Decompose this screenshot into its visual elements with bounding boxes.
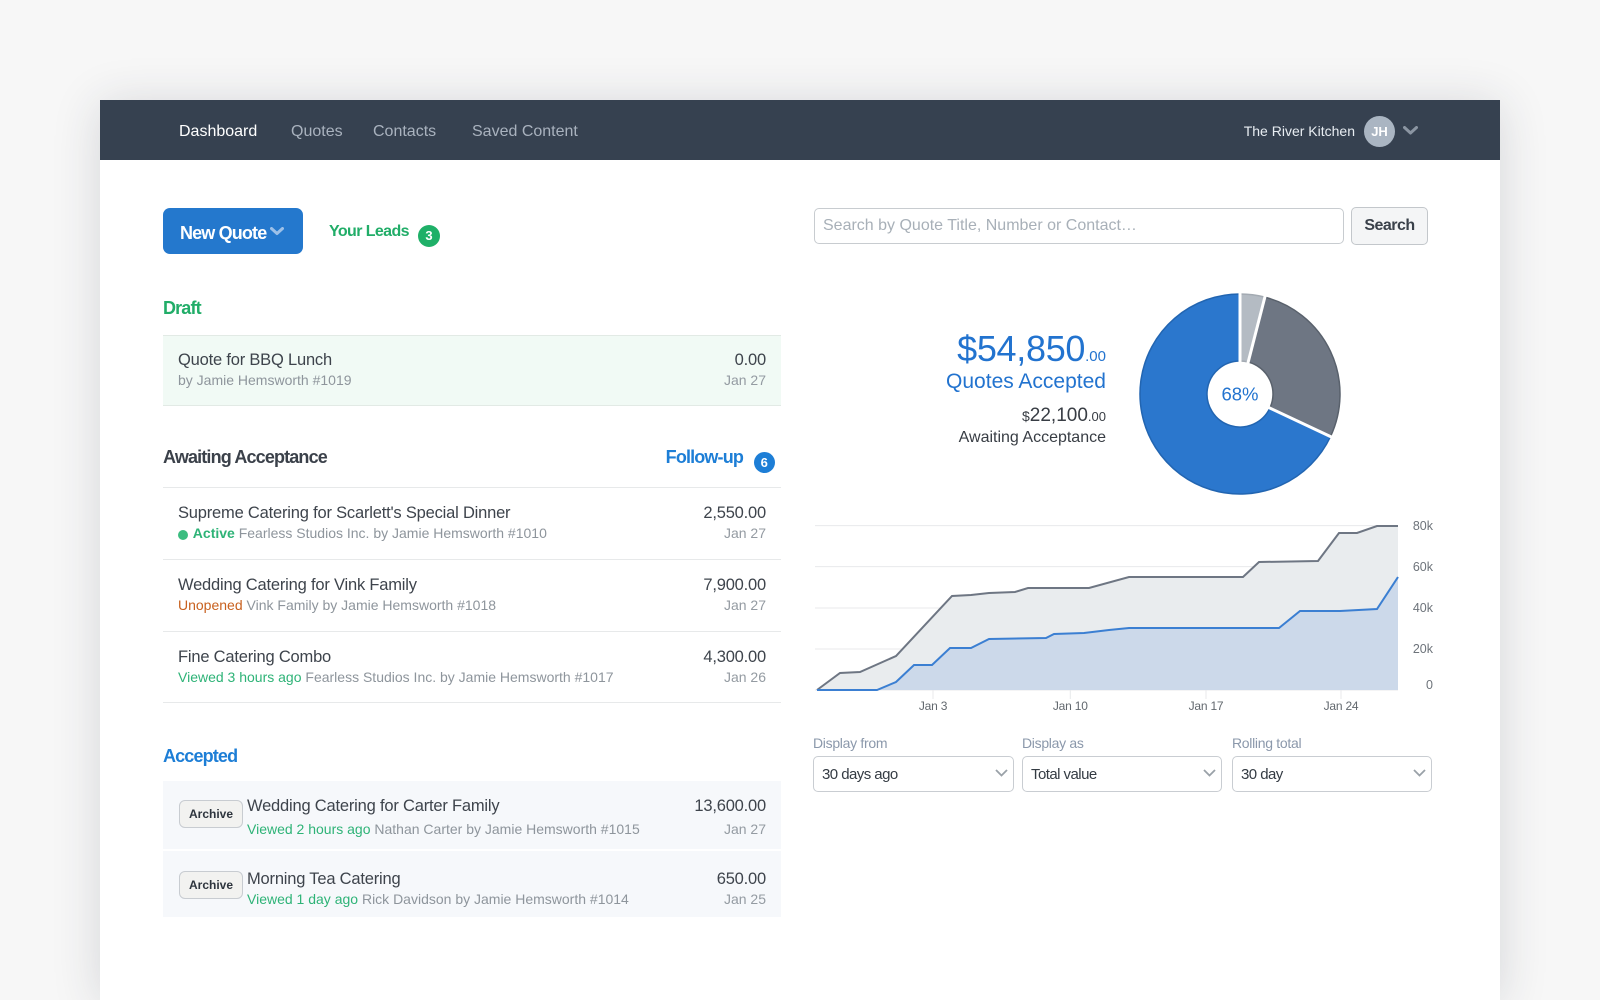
svg-text:68%: 68% [1221,384,1258,405]
